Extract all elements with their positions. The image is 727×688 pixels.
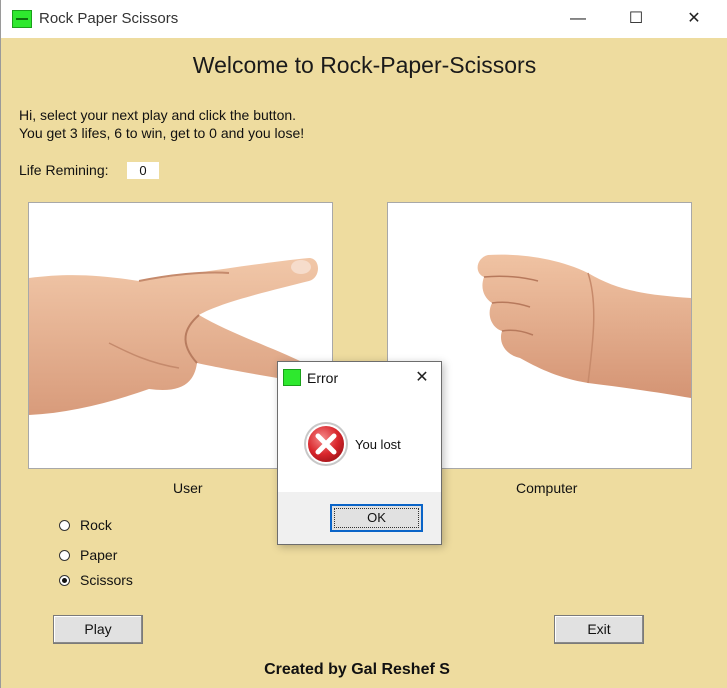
option-scissors-label: Scissors <box>80 572 133 588</box>
dialog-title: Error <box>307 370 339 386</box>
dialog-message: You lost <box>355 437 401 452</box>
instructions-line-2: You get 3 lifes, 6 to win, get to 0 and … <box>19 125 305 141</box>
window-title: Rock Paper Scissors <box>39 10 179 27</box>
computer-caption: Computer <box>516 480 578 496</box>
maximize-button[interactable]: ☐ <box>607 0 665 38</box>
radio-rock[interactable] <box>59 519 70 531</box>
page-title: Welcome to Rock-Paper-Scissors <box>192 52 537 78</box>
credit-text: Created by Gal Reshef S <box>264 661 450 678</box>
exit-button[interactable]: Exit <box>554 615 644 644</box>
error-icon <box>304 422 348 466</box>
dialog-footer: OK <box>278 492 441 544</box>
dialog-app-icon <box>283 369 301 386</box>
close-button[interactable]: ✕ <box>665 0 723 38</box>
instructions: Hi, select your next play and click the … <box>19 106 304 142</box>
app-icon <box>12 10 32 28</box>
radio-scissors[interactable] <box>59 574 70 586</box>
dialog-close-button[interactable]: ✕ <box>406 363 438 393</box>
option-paper[interactable]: Paper <box>59 547 117 563</box>
life-remaining-value: 0 <box>127 162 159 179</box>
ok-button[interactable]: OK <box>330 504 423 532</box>
option-rock-label: Rock <box>80 517 112 533</box>
option-rock[interactable]: Rock <box>59 517 112 533</box>
life-remaining-label: Life Remining: <box>19 162 109 178</box>
title-bar[interactable]: Rock Paper Scissors — ☐ ✕ <box>1 0 727 38</box>
minimize-button[interactable]: — <box>549 0 607 38</box>
option-paper-label: Paper <box>80 547 118 563</box>
play-button[interactable]: Play <box>53 615 143 644</box>
error-dialog: Error ✕ You lost OK <box>277 361 442 545</box>
app-window: Rock Paper Scissors — ☐ ✕ Welcome to Roc… <box>0 0 727 688</box>
instructions-line-1: Hi, select your next play and click the … <box>19 107 297 123</box>
user-caption: User <box>173 480 203 496</box>
radio-paper[interactable] <box>59 549 70 561</box>
option-scissors[interactable]: Scissors <box>59 572 133 588</box>
